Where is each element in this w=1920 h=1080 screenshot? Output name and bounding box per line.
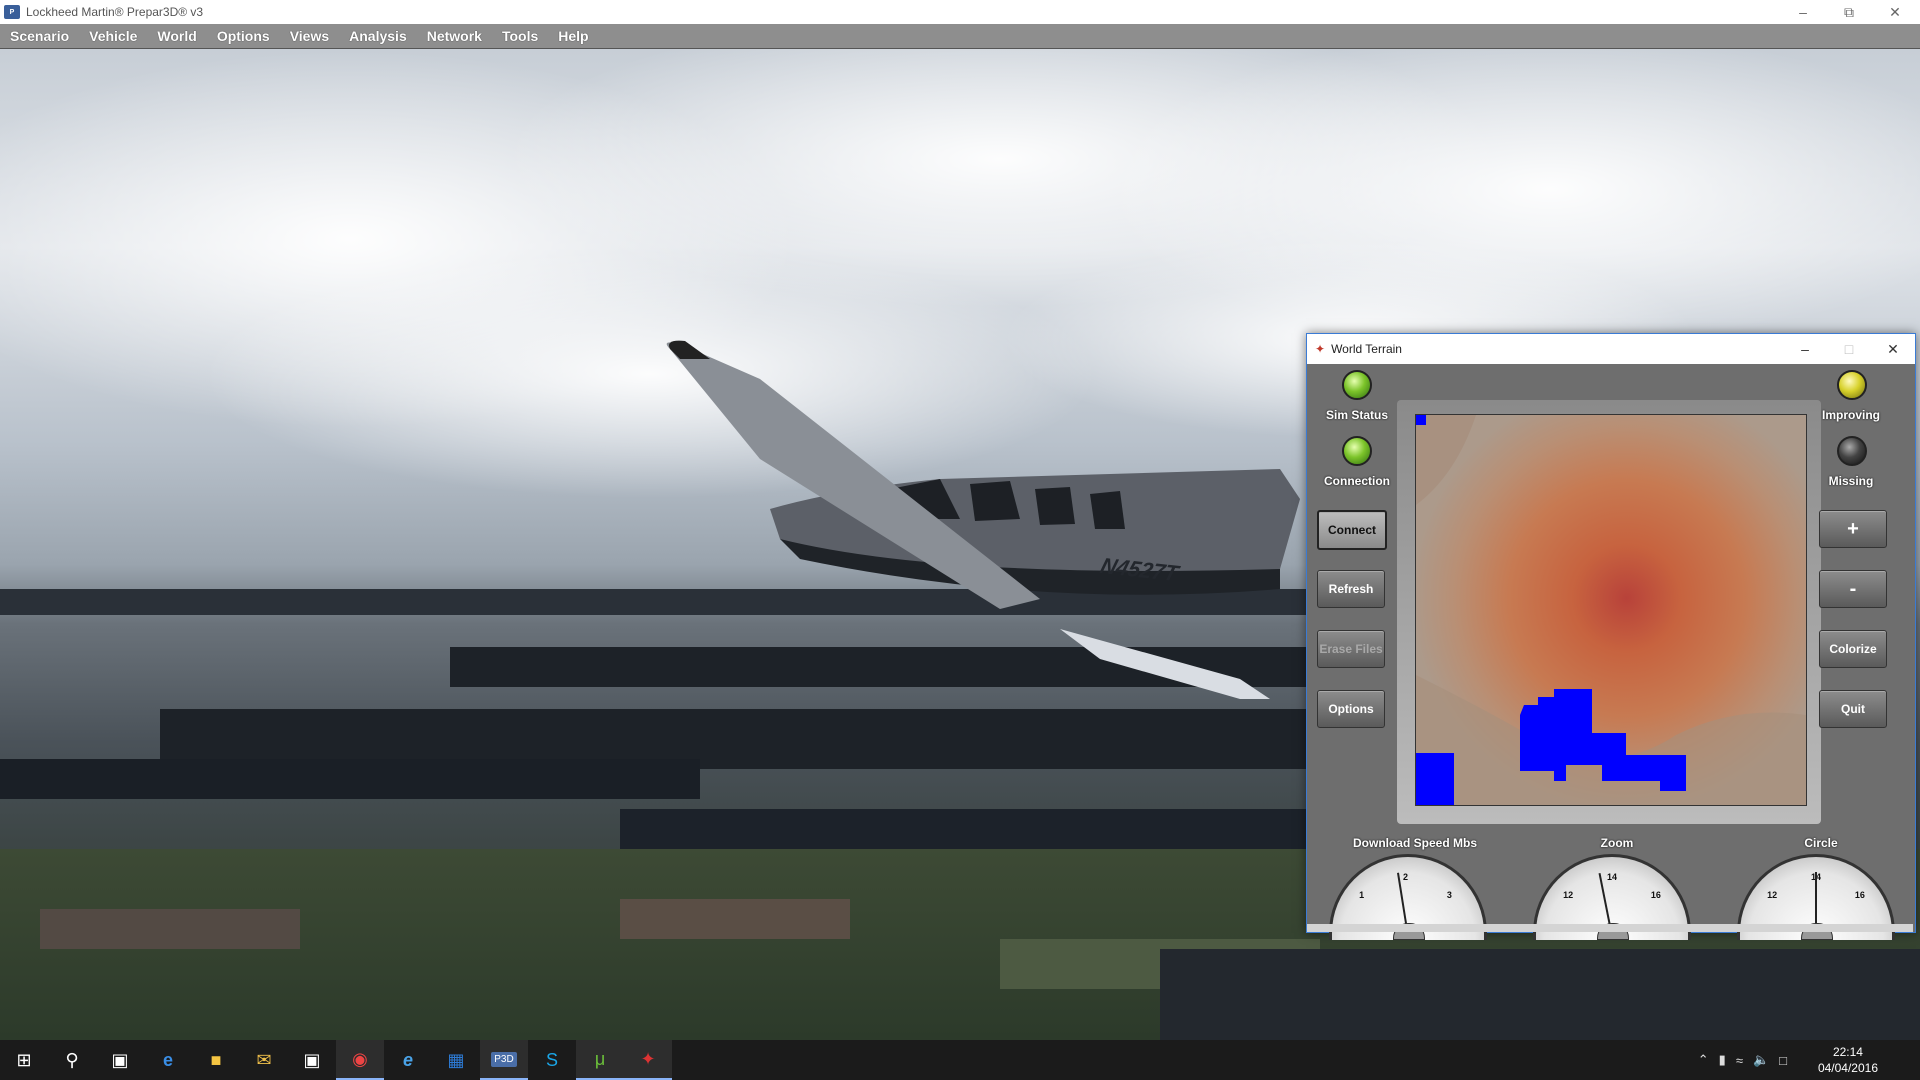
terrain-map[interactable]: [1415, 414, 1807, 806]
erase-files-button[interactable]: Erase Files: [1317, 630, 1385, 668]
system-tray: ⌃ ▮ ≈ 🔈 □: [1693, 1040, 1792, 1080]
field-patch: [620, 899, 850, 939]
menu-help[interactable]: Help: [558, 28, 588, 44]
quit-button[interactable]: Quit: [1819, 690, 1887, 728]
colorize-button[interactable]: Colorize: [1819, 630, 1887, 668]
connect-button[interactable]: Connect: [1317, 510, 1387, 550]
skype-icon[interactable]: S: [528, 1040, 576, 1080]
missing-label: Missing: [1828, 474, 1874, 488]
sim-status-label: Sim Status: [1325, 408, 1388, 422]
menu-bar: Scenario Vehicle World Options Views Ana…: [0, 24, 1920, 49]
search-icon[interactable]: ⚲: [48, 1040, 96, 1080]
wt-close-button[interactable]: ✕: [1871, 334, 1915, 364]
options-button[interactable]: Options: [1317, 690, 1385, 728]
p3d-icon[interactable]: P3D: [480, 1040, 528, 1080]
zoom-out-button[interactable]: -: [1819, 570, 1887, 608]
world-terrain-app-icon: ✦: [1315, 342, 1326, 356]
download-speed-label: Download Speed Mbs: [1352, 836, 1477, 850]
sim-status-led: [1342, 370, 1372, 400]
app-title: Lockheed Martin® Prepar3D® v3: [26, 5, 204, 19]
chrome-icon[interactable]: ◉: [336, 1040, 384, 1080]
terrain-map-graphic: [1416, 415, 1806, 805]
missing-tile: [1416, 785, 1428, 805]
gauge-tick-label: 16: [1854, 890, 1865, 901]
clock-date: 04/04/2016: [1817, 1061, 1878, 1075]
menu-scenario[interactable]: Scenario: [10, 28, 69, 44]
menu-analysis[interactable]: Analysis: [349, 28, 407, 44]
task-view-icon[interactable]: ▣: [96, 1040, 144, 1080]
file-explorer-icon[interactable]: ■: [192, 1040, 240, 1080]
chevron-up-icon[interactable]: ⌃: [1698, 1052, 1709, 1068]
start-icon[interactable]: ⊞: [0, 1040, 48, 1080]
clock-time: 22:14: [1832, 1045, 1863, 1059]
world-terrain-body: Sim Status Connection Connect Refresh Er…: [1307, 364, 1913, 940]
gauge-tick-label: 2: [1403, 872, 1409, 882]
notifications-icon[interactable]: □: [1779, 1053, 1787, 1068]
utorrent-icon[interactable]: μ: [576, 1040, 624, 1080]
connection-led: [1342, 436, 1372, 466]
wt-maximize-button[interactable]: □: [1827, 334, 1871, 364]
menu-vehicle[interactable]: Vehicle: [89, 28, 137, 44]
refresh-button[interactable]: Refresh: [1317, 570, 1385, 608]
gauge-tick-label: 12: [1767, 890, 1778, 901]
world-terrain-window: ✦ World Terrain – □ ✕ Sim Status Connect…: [1306, 333, 1916, 940]
world-terrain-icon[interactable]: ✦: [624, 1040, 672, 1080]
menu-options[interactable]: Options: [217, 28, 270, 44]
window-bottom-edge: [1307, 924, 1913, 932]
wt-minimize-button[interactable]: –: [1783, 334, 1827, 364]
field-patch: [40, 909, 300, 949]
missing-led: [1837, 436, 1867, 466]
mail-icon[interactable]: ✉: [240, 1040, 288, 1080]
improving-label: Improving: [1821, 408, 1880, 422]
menu-views[interactable]: Views: [290, 28, 329, 44]
volume-icon[interactable]: 🔈: [1753, 1052, 1769, 1068]
internet-explorer-icon[interactable]: e: [384, 1040, 432, 1080]
aircraft: [666, 340, 1300, 699]
gauge-tick-label: 1: [1359, 890, 1365, 901]
network-icon[interactable]: ≈: [1736, 1053, 1743, 1068]
restore-button[interactable]: ⧉: [1826, 0, 1872, 24]
terrain-stripe: [1160, 949, 1920, 1040]
p3d-label: P3D: [491, 1051, 517, 1067]
taskbar: ⊞ ⚲ ▣ e ■ ✉ ▣ ◉ e ▦ P3D S μ ✦ ⌃ ▮ ≈ 🔈 □ …: [0, 1040, 1920, 1080]
improving-led: [1837, 370, 1867, 400]
minimize-button[interactable]: –: [1780, 0, 1826, 24]
missing-tile: [1416, 415, 1426, 425]
battery-icon[interactable]: ▮: [1719, 1052, 1726, 1068]
gauge-tick-label: 12: [1563, 890, 1574, 901]
window-icon[interactable]: ▦: [432, 1040, 480, 1080]
gauge-tick-label: 16: [1650, 890, 1661, 901]
prepar3d-app-icon: P: [4, 5, 20, 19]
clock[interactable]: 22:14 04/04/2016: [1818, 1044, 1878, 1076]
menu-network[interactable]: Network: [427, 28, 482, 44]
app-title-bar: P Lockheed Martin® Prepar3D® v3 – ⧉ ✕: [0, 0, 1920, 24]
circle-label: Circle: [1804, 836, 1838, 850]
close-button[interactable]: ✕: [1872, 0, 1918, 24]
menu-tools[interactable]: Tools: [502, 28, 538, 44]
world-terrain-title: World Terrain: [1331, 342, 1402, 356]
world-terrain-title-bar: ✦ World Terrain – □ ✕: [1307, 334, 1915, 364]
menu-world[interactable]: World: [157, 28, 196, 44]
zoom-in-button[interactable]: +: [1819, 510, 1887, 548]
gauge-tick-label: 3: [1446, 890, 1452, 901]
terrain-stripe: [0, 759, 700, 799]
gauge-tick-label: 14: [1607, 872, 1618, 882]
connection-label: Connection: [1324, 474, 1390, 488]
edge-icon[interactable]: e: [144, 1040, 192, 1080]
store-icon[interactable]: ▣: [288, 1040, 336, 1080]
zoom-label: Zoom: [1600, 836, 1634, 850]
